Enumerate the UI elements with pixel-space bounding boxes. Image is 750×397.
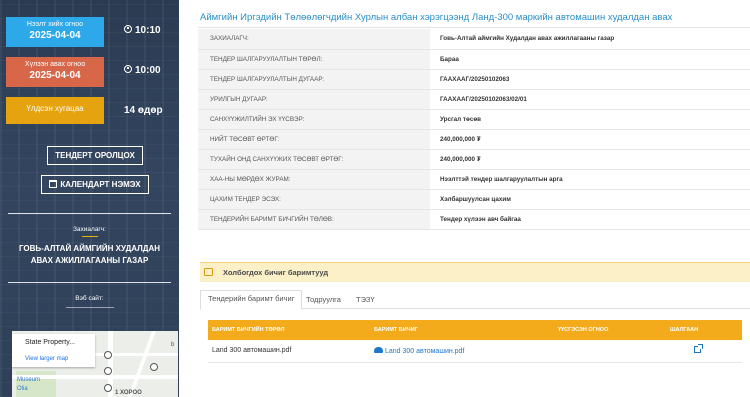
- info-row: УРИЛГЫН ДУГААР: ГААХААГ/20250102063/02/01: [198, 89, 750, 110]
- info-row: ТЕНДЕР ШАЛГАРУУЛАЛТЫН ТӨРӨЛ: Бараа: [198, 49, 750, 70]
- sidebar-divider: [8, 213, 171, 214]
- add-to-calendar-button[interactable]: КАЛЕНДАРТ НЭМЭХ: [41, 175, 149, 194]
- info-value: Нээлттэй тендер шалгаруулалтын арга: [430, 169, 750, 190]
- page: Нээлт хийх огноо 2025-04-04 10:10 Хүлээн…: [0, 0, 750, 397]
- doc-file-cell: Land 300 автомашин.pdf: [370, 340, 554, 363]
- info-key: ТЕНДЕРИЙН БАРИМТ БИЧГИЙН ТӨЛӨВ:: [198, 209, 430, 230]
- info-key: ТУХАЙН ОНД САНХҮҮЖИХ ТӨСӨВТ ӨРТӨГ:: [198, 149, 430, 170]
- documents-table: БАРИМТ БИЧГИЙН ТӨРӨЛ БАРИМТ БИЧИГ ҮҮСГЭС…: [208, 320, 742, 363]
- table-row: Land 300 автомашин.pdf Land 300 автомаши…: [208, 340, 742, 363]
- opening-time: 10:10: [124, 25, 161, 36]
- info-value: Тендер хүлээн авч байгаа: [430, 209, 750, 230]
- info-row: ЦАХИМ ТЕНДЕР ЭСЭХ: Хэлбаршуулсан цахим: [198, 189, 750, 210]
- info-value: 240,000,000 ₮: [430, 149, 750, 170]
- related-docs-title: Холбогдох бичиг баримтууд: [223, 268, 329, 277]
- info-row: ТУХАЙН ОНД САНХҮҮЖИХ ТӨСӨВТ ӨРТӨГ: 240,00…: [198, 149, 750, 170]
- info-value: Говь-Алтай аймгийн Худалдан авах ажиллаг…: [430, 29, 750, 50]
- map-pin-icon: [104, 384, 112, 392]
- info-value: Бараа: [430, 49, 750, 70]
- tab-feasibility-study[interactable]: ТЭЗҮ: [356, 290, 375, 309]
- info-value: 240,000,000 ₮: [430, 129, 750, 150]
- remaining-duration-card: Үлдсэн хугацаа: [6, 97, 104, 124]
- map-pin-icon: [104, 367, 112, 375]
- opening-time-value: 10:10: [135, 25, 161, 36]
- tab-clarification[interactable]: Тодруулга: [306, 290, 341, 309]
- map-label-olia: Olia: [17, 386, 28, 392]
- owner-name: ГОВЬ-АЛТАЙ АЙМГИЙН ХУДАЛДАН АВАХ АЖИЛЛАГ…: [18, 244, 161, 265]
- info-key: ЗАХИАЛАГЧ:: [198, 29, 430, 50]
- add-to-calendar-label: КАЛЕНДАРТ НЭМЭХ: [60, 180, 141, 189]
- info-key: ХАА-НЫ МӨРДӨХ ЖУРАМ:: [198, 169, 430, 190]
- info-row: САНХҮҮЖИЛТИЙН ЭХ ҮҮСВЭР: Урсгал төсөв: [198, 109, 750, 130]
- column-created-date: ҮҮСГЭСЭН ОГНОО: [554, 320, 666, 340]
- info-value: ГААХААГ/20250102063: [430, 69, 750, 90]
- info-key: ТЕНДЕР ШАЛГАРУУЛАЛТЫН ДУГААР:: [198, 69, 430, 90]
- map-place-card: State Property... View larger map: [12, 334, 95, 367]
- opening-date-row: Нээлт хийх огноо 2025-04-04 10:10: [6, 17, 176, 47]
- column-check: ШАЛГААН: [666, 320, 742, 340]
- info-key: НИЙТ ТӨСӨВТ ӨРТӨГ:: [198, 129, 430, 150]
- remaining-duration-label: Үлдсэн хугацаа: [26, 104, 84, 113]
- view-larger-map-link[interactable]: View larger map: [25, 356, 68, 362]
- clock-icon: [124, 25, 132, 33]
- tender-sidebar: Нээлт хийх огноо 2025-04-04 10:10 Хүлээн…: [0, 0, 179, 397]
- related-docs-header: Холбогдох бичиг баримтууд: [200, 262, 750, 282]
- map-label-b: b: [171, 342, 175, 348]
- documents-table-header: БАРИМТ БИЧГИЙН ТӨРӨЛ БАРИМТ БИЧИГ ҮҮСГЭС…: [208, 320, 742, 340]
- receiving-date-label: Хүлээн авах огноо: [24, 61, 86, 68]
- info-row: НИЙТ ТӨСӨВТ ӨРТӨГ: 240,000,000 ₮: [198, 129, 750, 150]
- owner-underline: [82, 236, 98, 237]
- tab-tender-documents[interactable]: Тендерийн баримт бичиг: [200, 290, 303, 310]
- external-link-icon[interactable]: [694, 344, 703, 354]
- map-pin-icon: [150, 363, 158, 371]
- info-key: УРИЛГЫН ДУГААР:: [198, 89, 430, 110]
- calendar-icon: [49, 180, 58, 188]
- column-document: БАРИМТ БИЧИГ: [370, 320, 554, 340]
- sidebar-divider: [8, 282, 171, 283]
- info-key: ТЕНДЕР ШАЛГАРУУЛАЛТЫН ТӨРӨЛ:: [198, 49, 430, 70]
- join-tender-button[interactable]: ТЕНДЕРТ ОРОЛЦОХ: [47, 146, 143, 165]
- info-value: Урсгал төсөв: [430, 109, 750, 130]
- tender-info-table: ЗАХИАЛАГЧ: Говь-Алтай аймгийн Худалдан ав…: [198, 29, 750, 230]
- map-pin-icon: [104, 351, 112, 359]
- tender-details: Аймгийн Иргэдийн Төлөөлөгчдийн Хурлын ал…: [180, 0, 750, 397]
- receiving-date-row: Хүлээн авах огноо 2025-04-04 10:00: [6, 57, 176, 87]
- title-divider: [198, 27, 750, 28]
- opening-date-card: Нээлт хийх огноо 2025-04-04: [6, 17, 104, 47]
- info-value: Хэлбаршуулсан цахим: [430, 189, 750, 210]
- info-row: ТЕНДЕРИЙН БАРИМТ БИЧГИЙН ТӨЛӨВ: Тендер хү…: [198, 209, 750, 230]
- doc-created-cell: [554, 340, 666, 363]
- remaining-duration-row: Үлдсэн хугацаа 14 өдөр: [6, 97, 176, 127]
- column-doc-type: БАРИМТ БИЧГИЙН ТӨРӨЛ: [208, 320, 370, 340]
- receiving-date-value: 2025-04-04: [29, 70, 81, 81]
- receiving-date-card: Хүлээн авах огноо 2025-04-04: [6, 57, 104, 87]
- info-value: ГААХААГ/20250102063/02/01: [430, 89, 750, 110]
- opening-date-value: 2025-04-04: [29, 30, 81, 41]
- map-label-khoroo: 1 ХОРОО: [115, 390, 142, 396]
- map-place-name: State Property...: [25, 339, 76, 346]
- clock-icon: [124, 65, 132, 73]
- cloud-download-icon[interactable]: [374, 346, 383, 353]
- website-label: Вэб сайт:: [75, 295, 104, 302]
- info-row: ХАА-НЫ МӨРДӨХ ЖУРАМ: Нээлттэй тендер шалг…: [198, 169, 750, 190]
- doc-type-cell: Land 300 автомашин.pdf: [208, 340, 370, 363]
- doc-check-cell: [666, 340, 742, 363]
- map-label-museum: Museum: [17, 377, 41, 383]
- receiving-time-value: 10:00: [135, 65, 161, 76]
- opening-date-label: Нээлт хийх огноо: [26, 21, 84, 28]
- info-key: САНХҮҮЖИЛТИЙН ЭХ ҮҮСВЭР:: [198, 109, 430, 130]
- website-underline: [66, 307, 114, 308]
- owner-label: Захиалагч:: [72, 226, 106, 233]
- embedded-map[interactable]: State Property... View larger map Museum…: [12, 331, 178, 397]
- docs-tabs: Тендерийн баримт бичиг Тодруулга ТЭЗҮ: [200, 290, 750, 310]
- info-key: ЦАХИМ ТЕНДЕР ЭСЭХ:: [198, 189, 430, 210]
- page-title: Аймгийн Иргэдийн Төлөөлөгчдийн Хурлын ал…: [200, 12, 673, 23]
- receiving-time: 10:00: [124, 65, 161, 76]
- info-row: ТЕНДЕР ШАЛГАРУУЛАЛТЫН ДУГААР: ГААХААГ/202…: [198, 69, 750, 90]
- folder-icon: [204, 268, 213, 276]
- doc-download-link[interactable]: Land 300 автомашин.pdf: [385, 348, 464, 355]
- info-row: ЗАХИАЛАГЧ: Говь-Алтай аймгийн Худалдан ав…: [198, 29, 750, 50]
- remaining-duration-value: 14 өдөр: [124, 105, 163, 116]
